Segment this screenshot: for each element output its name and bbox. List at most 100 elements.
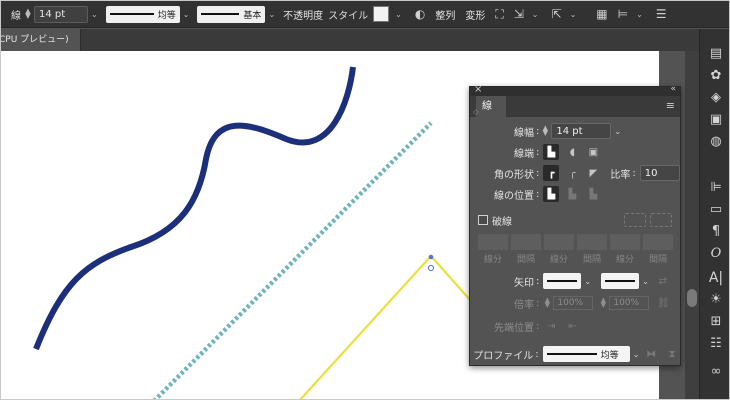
profile-value: 均等	[600, 350, 619, 361]
anchor-point-icon[interactable]	[428, 254, 434, 260]
limit-field[interactable]: 10	[639, 165, 680, 181]
envelope-icon[interactable]: ⇱	[552, 7, 562, 21]
stroke-weight-dropdown-icon[interactable]: ⌄	[91, 10, 98, 19]
limit-value: 10	[644, 167, 658, 179]
isolate-group-icon[interactable]: ⛶	[495, 7, 503, 22]
transform-panel-icon[interactable]: ⊞	[707, 313, 725, 331]
flip-along-icon[interactable]: ⧓	[643, 346, 659, 362]
dash-field-1[interactable]	[478, 234, 508, 250]
dash-field-3[interactable]	[610, 234, 640, 250]
profile-dropdown-icon[interactable]: ⌄	[183, 10, 190, 19]
panel-menu-icon[interactable]: ☰	[656, 7, 667, 21]
stroke-weight-field[interactable]: 14 pt	[34, 5, 88, 23]
butt-cap-icon[interactable]: ▙	[543, 144, 560, 160]
scale-start-field[interactable]: 100%	[553, 296, 594, 310]
vertical-scroll-thumb[interactable]	[687, 289, 697, 307]
align-center-icon[interactable]: ▙	[543, 186, 560, 202]
align-button[interactable]: 整列	[435, 7, 455, 22]
scale-end-stepper[interactable]: ▲ ▼	[599, 297, 607, 309]
layers-icon[interactable]: ◈	[707, 89, 725, 107]
place-arrow-tip-icon[interactable]: ⇤	[564, 318, 580, 334]
scale-end-field[interactable]: 100%	[609, 296, 650, 310]
appearance-icon[interactable]: ☀	[707, 291, 725, 309]
recolor-artwork-icon[interactable]: ◐	[415, 7, 425, 21]
panel-menu-icon[interactable]: ≡	[666, 99, 675, 112]
gap-field-2[interactable]	[577, 234, 607, 250]
graphic-style-swatch[interactable]	[373, 6, 390, 22]
scale-start-stepper[interactable]: ▲ ▼	[543, 297, 551, 309]
limit-label: 比率	[610, 169, 631, 181]
distribute-icon[interactable]: ⊨	[618, 7, 628, 21]
transform-button[interactable]: 変形	[465, 7, 485, 22]
variable-width-profile-select[interactable]: 均等	[105, 5, 180, 23]
panel-titlebar[interactable]: × «	[470, 84, 680, 96]
stroke-label: 線	[11, 10, 21, 22]
paragraph-icon[interactable]: ¶	[707, 223, 725, 241]
align-outside-icon[interactable]: ▙	[585, 186, 601, 202]
gap-label-2: 間隔	[582, 254, 601, 265]
align-inside-icon[interactable]: ▙	[564, 186, 580, 202]
grip-icon: ◇	[473, 108, 479, 116]
collapse-icon[interactable]: «	[670, 84, 676, 94]
color-guide-icon[interactable]: ✿	[707, 67, 725, 85]
scale-start-value: 100%	[557, 298, 584, 308]
bevel-join-icon[interactable]: ◤	[585, 165, 601, 181]
style-dropdown-icon[interactable]: ⌄	[395, 10, 402, 19]
dash-labels-row: 線分 間隔 線分 間隔 線分 間隔	[470, 249, 680, 267]
navy-wave-path[interactable]	[33, 66, 356, 351]
end-arrowhead-select[interactable]	[601, 273, 640, 289]
app-window: 線 ▲ ▼ 14 pt ⌄ 均等 ⌄ 基本 ⌄ 不透明度 スタイル ⌄ ◐ 整列 …	[0, 0, 730, 400]
corner-widget-icon[interactable]	[427, 264, 435, 272]
link-scale-icon[interactable]: ⛓	[655, 295, 671, 311]
projecting-cap-icon[interactable]: ▣	[585, 144, 601, 160]
gap-field-1[interactable]	[511, 234, 541, 250]
dash-label-2: 線分	[549, 254, 568, 265]
document-tab[interactable]: CPU プレビュー)	[1, 29, 81, 51]
preserve-dash-icon[interactable]	[624, 213, 646, 227]
dashed-checkbox[interactable]	[478, 215, 488, 225]
profile-dropdown-icon[interactable]: ⌄	[633, 350, 640, 359]
weight-stepper[interactable]: ▲ ▼	[541, 125, 549, 137]
start-arrowhead-select[interactable]	[543, 273, 582, 289]
dash-field-2[interactable]	[544, 234, 574, 250]
libraries-icon[interactable]: ▤	[707, 45, 725, 63]
puppet-warp-icon[interactable]: ⇲	[514, 7, 524, 21]
tab-stroke[interactable]: ◇ 線	[473, 96, 506, 117]
links-icon[interactable]: ∞	[707, 363, 725, 381]
close-icon[interactable]: ×	[474, 84, 482, 95]
weight-label: 線幅	[514, 127, 534, 139]
start-arrowhead-dropdown-icon[interactable]: ⌄	[584, 277, 591, 286]
brush-dropdown-icon[interactable]: ⌄	[268, 10, 275, 19]
align-dash-icon[interactable]	[650, 213, 672, 227]
align-stroke-label: 線の位置	[494, 190, 534, 202]
brush-definition-select[interactable]: 基本	[197, 5, 266, 23]
gap-field-3[interactable]	[643, 234, 673, 250]
swap-arrowheads-icon[interactable]: ⇄	[655, 273, 671, 289]
end-arrowhead-dropdown-icon[interactable]: ⌄	[642, 277, 649, 286]
weight-field[interactable]: 14 pt	[551, 123, 612, 139]
transparency-icon[interactable]: ◍	[707, 133, 725, 151]
miter-join-icon[interactable]: ┏	[543, 165, 560, 181]
teal-dotted-line[interactable]	[152, 121, 433, 400]
opacity-button[interactable]: 不透明度	[283, 7, 323, 22]
opentype-icon[interactable]: O	[707, 245, 725, 263]
properties-icon[interactable]: ☷	[707, 335, 725, 353]
round-cap-icon[interactable]: ◖	[564, 144, 580, 160]
flip-across-icon[interactable]: ⧗	[664, 346, 680, 362]
envelope-dropdown-icon[interactable]: ⌄	[570, 10, 577, 19]
profile-select[interactable]: 均等	[542, 346, 630, 362]
stroke-weight-stepper[interactable]: ▲ ▼	[24, 8, 32, 20]
gradient-icon[interactable]: ▣	[707, 111, 725, 129]
round-join-icon[interactable]: ╭	[564, 165, 580, 181]
character-icon[interactable]: A|	[707, 269, 725, 287]
arrange-icon[interactable]: ▦	[596, 7, 607, 21]
vertical-scrollbar[interactable]	[685, 51, 699, 399]
distribute-dropdown-icon[interactable]: ⌄	[636, 10, 643, 19]
align-panel-icon[interactable]: ⊫	[707, 179, 725, 197]
yellow-angle-path[interactable]	[299, 254, 472, 400]
weight-dropdown-icon[interactable]: ⌄	[614, 127, 621, 136]
pathfinder-icon[interactable]: ▭	[707, 201, 725, 219]
profile-select-label: 均等	[157, 10, 176, 21]
puppet-warp-dropdown-icon[interactable]: ⌄	[532, 10, 539, 19]
extend-arrow-tip-icon[interactable]: ⇥	[543, 318, 559, 334]
